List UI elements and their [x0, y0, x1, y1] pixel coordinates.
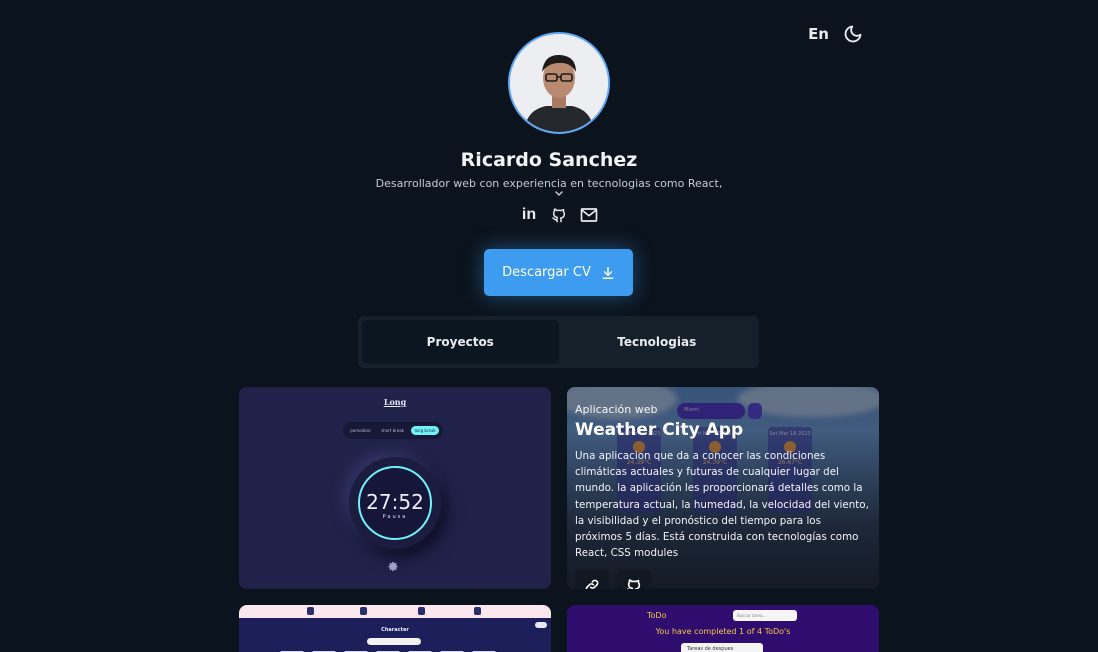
language-toggle[interactable]: En	[808, 25, 829, 43]
project-links	[575, 569, 651, 589]
todo-status: You have completed 1 of 4 ToDo's	[655, 627, 791, 636]
nav-icon	[474, 607, 481, 615]
gear-icon	[388, 561, 398, 572]
pomodoro-title: Long	[383, 397, 407, 407]
project-card-character[interactable]: Character	[239, 605, 551, 652]
nav-icon	[360, 607, 367, 615]
mode-pomodoro: pomodoro	[350, 428, 371, 433]
project-type: Aplicación web	[575, 403, 658, 416]
mode-short-break: short break	[381, 428, 404, 433]
top-controls: En	[808, 24, 863, 44]
timer-ring: 27:52 Pausa	[358, 466, 432, 540]
tab-tecnologias[interactable]: Tecnologias	[559, 320, 756, 364]
github-icon[interactable]	[550, 206, 568, 224]
pomodoro-timer: 27:52 Pausa	[349, 457, 441, 549]
nav-icon	[418, 607, 425, 615]
todo-filter: Tareas de despues	[681, 643, 763, 652]
profile-bio: Desarrollador web con experiencia en tec…	[375, 177, 723, 190]
project-card-weather[interactable]: Miami Thu Mar 16 2023 24.39°C Fri Mar 17…	[567, 387, 879, 589]
pomodoro-mode-switch: pomodoro short break long break	[343, 422, 443, 439]
linkedin-icon[interactable]: in	[520, 206, 538, 224]
character-title: Character	[381, 627, 409, 633]
todo-title: ToDo	[647, 611, 667, 620]
section-tabs: Proyectos Tecnologias	[358, 316, 759, 368]
character-search	[367, 638, 421, 645]
todo-search: Buscar tarea...	[733, 610, 797, 621]
project-description: Una aplicacion que da a conocer las cond…	[575, 450, 869, 560]
mode-long-break: long break	[411, 426, 439, 435]
character-preview-navbar	[239, 605, 551, 618]
download-icon	[602, 266, 614, 279]
chevron-down-icon[interactable]	[553, 189, 565, 199]
tab-proyectos[interactable]: Proyectos	[362, 320, 559, 364]
link-icon	[585, 579, 599, 589]
download-cv-button[interactable]: Descargar CV	[484, 249, 633, 296]
project-title: Weather City App	[575, 420, 744, 440]
timer-state: Pausa	[382, 514, 408, 520]
demo-link-button[interactable]	[575, 569, 609, 589]
avatar	[508, 32, 610, 134]
project-card-pomodoro[interactable]: Long pomodoro short break long break 27:…	[239, 387, 551, 589]
nav-icon	[307, 607, 314, 615]
profile-name: Ricardo Sanchez	[460, 149, 638, 171]
download-cv-label: Descargar CV	[502, 265, 591, 280]
profile-photo	[510, 34, 608, 132]
social-links: in	[520, 206, 598, 224]
mail-icon[interactable]	[580, 206, 598, 224]
moon-icon[interactable]	[843, 24, 863, 44]
project-card-todo[interactable]: ToDo Buscar tarea... You have completed …	[567, 605, 879, 652]
repo-link-button[interactable]	[617, 569, 651, 589]
github-icon	[627, 579, 641, 589]
timer-value: 27:52	[366, 490, 424, 514]
